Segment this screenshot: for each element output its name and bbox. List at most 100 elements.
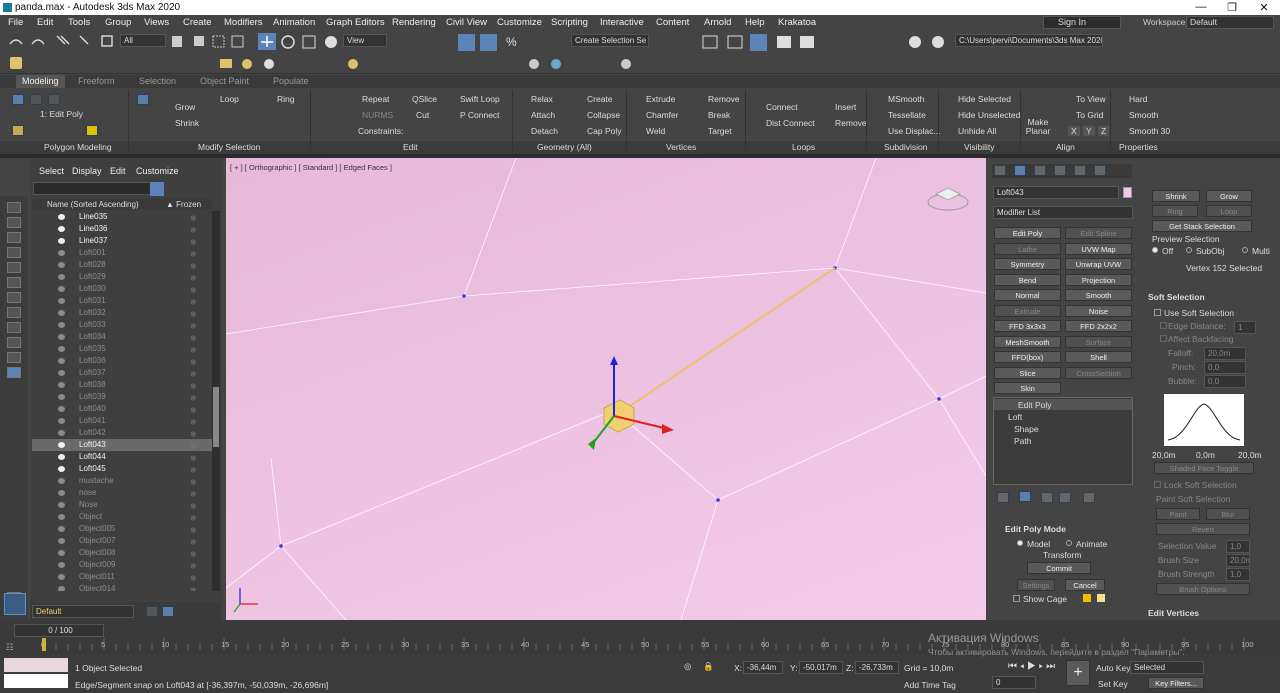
vertex-mode-icon[interactable] (12, 94, 24, 105)
visibility-eye-icon[interactable] (58, 214, 65, 220)
visibility-eye-icon[interactable] (58, 334, 65, 340)
visibility-eye-icon[interactable] (58, 274, 65, 280)
scene-item-loft039[interactable]: Loft039 ❄ (32, 391, 212, 403)
stack-item-path[interactable]: Path (1014, 436, 1032, 446)
menu-help[interactable]: Help (745, 17, 765, 28)
remove-modifier-icon[interactable] (1059, 492, 1071, 503)
shaded-face-toggle-button[interactable]: Shaded Face Toggle (1154, 462, 1254, 474)
extrude-button[interactable]: Extrude (646, 94, 675, 104)
visibility-eye-icon[interactable] (58, 406, 65, 412)
loop-button[interactable]: Loop (220, 94, 239, 104)
x-coord-field[interactable]: -36,44m (743, 661, 783, 674)
border-mode-icon[interactable] (48, 94, 60, 105)
target-button[interactable]: Target (708, 126, 732, 136)
display-groups-icon[interactable] (7, 307, 21, 318)
stack-item-loft[interactable]: Loft (1008, 412, 1022, 422)
menu-modifiers[interactable]: Modifiers (224, 17, 263, 28)
visibility-eye-icon[interactable] (58, 346, 65, 352)
grow-selection-button[interactable]: Grow (1206, 190, 1252, 202)
modifier-button-surface[interactable]: Surface (1065, 335, 1132, 348)
cancel-button[interactable]: Cancel (1065, 579, 1105, 591)
modifier-button-bend[interactable]: Bend (994, 273, 1061, 286)
brush-strength-spinner[interactable]: 1,0 (1226, 568, 1250, 581)
preview-multi-radio[interactable] (1242, 247, 1248, 253)
perspective-viewport[interactable]: [ + ] [ Orthographic ] [ Standard ] [ Ed… (226, 158, 986, 620)
menu-scripting[interactable]: Scripting (551, 17, 588, 28)
visibility-eye-icon[interactable] (58, 382, 65, 388)
scene-item-object009[interactable]: Object009 ❄ (32, 559, 212, 571)
lock-selection-icon[interactable]: 🔒 (703, 661, 714, 672)
display-helpers-icon[interactable] (7, 277, 21, 288)
create-panel-icon[interactable] (7, 202, 21, 213)
smooth-button[interactable]: Smooth (1129, 110, 1158, 120)
connect-button[interactable]: Connect (766, 102, 798, 112)
maxscript-mini-listener[interactable] (4, 674, 68, 688)
brush-size-spinner[interactable]: 20,0m (1226, 554, 1250, 567)
modifier-button-meshsmooth[interactable]: MeshSmooth (994, 335, 1061, 348)
freeze-icon[interactable]: ❄ (190, 585, 197, 591)
pin-stack-icon[interactable] (997, 492, 1009, 503)
scene-item-loft032[interactable]: Loft032 ❄ (32, 307, 212, 319)
menu-interactive[interactable]: Interactive (600, 17, 644, 28)
scene-item-line037[interactable]: Line037 ❄ (32, 235, 212, 247)
scrollbar-thumb[interactable] (213, 387, 219, 447)
modifier-button-uvw-map[interactable]: UVW Map (1065, 242, 1132, 255)
detach-button[interactable]: Detach (531, 126, 558, 136)
menu-tools[interactable]: Tools (68, 17, 90, 28)
scene-item-loft031[interactable]: Loft031 ❄ (32, 295, 212, 307)
modifier-button-skin[interactable]: Skin (994, 382, 1061, 394)
scene-item-object[interactable]: Object ❄ (32, 511, 212, 523)
settings-button[interactable]: Settings (1017, 579, 1055, 591)
preview-subobj-radio[interactable] (1186, 247, 1192, 253)
menu-group[interactable]: Group (105, 17, 131, 28)
visibility-eye-icon[interactable] (58, 310, 65, 316)
stack-item-shape[interactable]: Shape (1014, 424, 1039, 434)
chamfer-button[interactable]: Chamfer (646, 110, 679, 120)
isolate-selection-icon[interactable]: ◎ (684, 661, 691, 672)
use-soft-selection-checkbox[interactable] (1154, 309, 1161, 316)
display-lights-icon[interactable] (7, 247, 21, 258)
grow-icon[interactable] (137, 94, 149, 105)
modifier-button-smooth[interactable]: Smooth (1065, 289, 1132, 301)
scene-item-object005[interactable]: Object005 ❄ (32, 523, 212, 535)
modifier-button-lathe[interactable]: Lathe (994, 242, 1061, 255)
animate-radio[interactable] (1066, 540, 1072, 546)
selection-value-spinner[interactable]: 1,0 (1226, 540, 1250, 553)
edge-distance-checkbox[interactable] (1160, 322, 1167, 329)
column-name-header[interactable]: Name (Sorted Ascending) (47, 200, 139, 209)
qslice-button[interactable]: QSlice (412, 94, 437, 104)
visibility-eye-icon[interactable] (58, 286, 65, 292)
modifier-button-extrude[interactable]: Extrude (994, 304, 1061, 317)
hide-unselected-button[interactable]: Hide Unselected (958, 110, 1020, 120)
grow-button[interactable]: Grow (175, 102, 195, 112)
y-coord-field[interactable]: -50,017m (799, 661, 843, 674)
display-tab-icon[interactable] (1074, 165, 1086, 176)
scene-item-loft042[interactable]: Loft042 ❄ (32, 427, 212, 439)
cut-button[interactable]: Cut (416, 110, 429, 120)
key-mode-dropdown[interactable]: Selected (1130, 661, 1204, 674)
visibility-eye-icon[interactable] (58, 262, 65, 268)
explorer-menu-select[interactable]: Select (39, 166, 64, 176)
ring-selection-button[interactable]: Ring (1152, 205, 1198, 217)
visibility-eye-icon[interactable] (58, 538, 65, 544)
align-y-button[interactable]: Y (1083, 126, 1095, 136)
to-grid-button[interactable]: To Grid (1076, 110, 1103, 120)
falloff-spinner[interactable]: 20,0m (1204, 347, 1246, 360)
object-color-swatch[interactable] (1123, 187, 1132, 198)
smooth30-button[interactable]: Smooth 30 (1129, 126, 1170, 136)
modifier-list-dropdown[interactable]: Modifier List (993, 206, 1133, 219)
menu-customize[interactable]: Customize (497, 17, 542, 28)
modify-tab-icon[interactable] (1014, 165, 1026, 176)
visibility-eye-icon[interactable] (58, 442, 65, 448)
add-time-tag-button[interactable]: Add Time Tag (904, 680, 956, 690)
shrink-selection-button[interactable]: Shrink (1152, 190, 1200, 202)
sign-in-button[interactable]: Sign In (1043, 16, 1121, 29)
modify-selection-panel-title[interactable]: Modify Selection (198, 142, 260, 152)
modifier-stack-icon[interactable] (12, 125, 24, 136)
tab-object-paint[interactable]: Object Paint (200, 76, 249, 86)
scene-item-loft044[interactable]: Loft044 ❄ (32, 451, 212, 463)
tab-modeling[interactable]: Modeling (16, 75, 65, 88)
edit-vertices-title[interactable]: Edit Vertices (1148, 608, 1199, 618)
project-folder-dropdown[interactable]: C:\Users\pervi\Documents\3ds Max 2020 (955, 34, 1103, 47)
scene-item-loft037[interactable]: Loft037 ❄ (32, 367, 212, 379)
